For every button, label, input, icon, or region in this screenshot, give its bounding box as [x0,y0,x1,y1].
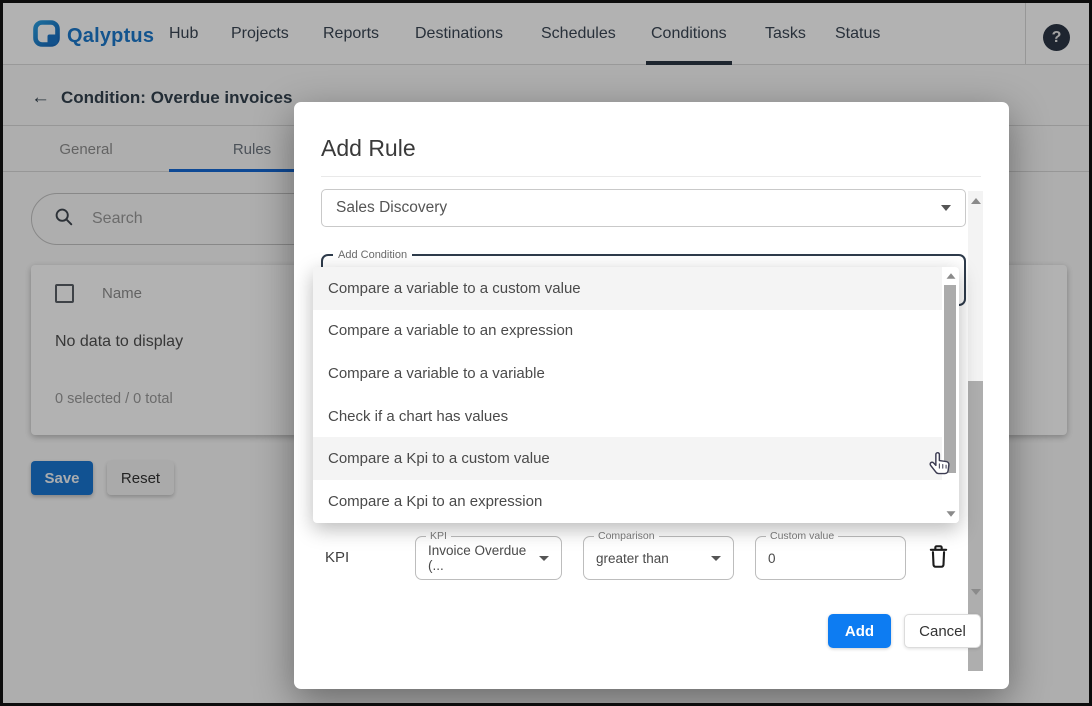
kpi-select-label: KPI [426,530,451,542]
chevron-down-icon [941,205,951,211]
add-button[interactable]: Add [828,614,891,648]
custom-value-text: 0 [768,551,776,566]
option-check-chart-has-values[interactable]: Check if a chart has values [313,395,959,438]
comparison-select[interactable]: Comparison greater than [583,536,734,580]
kpi-select[interactable]: KPI Invoice Overdue (... [415,536,562,580]
report-select-value: Sales Discovery [336,199,447,217]
condition-options-dropdown: Compare a variable to a custom value Com… [313,267,959,523]
comparison-select-label: Comparison [594,530,659,542]
custom-value-label: Custom value [766,530,838,542]
delete-rule-button[interactable] [925,543,951,573]
custom-value-input[interactable]: Custom value 0 [755,536,906,580]
kpi-row-label: KPI [325,549,349,566]
add-rule-dialog: Add Rule Sales Discovery Add Condition C… [294,102,1009,689]
kpi-select-value: Invoice Overdue (... [428,543,539,573]
dialog-title: Add Rule [321,135,416,162]
option-compare-kpi-custom-value[interactable]: Compare a Kpi to a custom value [313,437,959,480]
trash-icon [927,558,950,573]
dropdown-scrollbar-thumb[interactable] [944,285,956,473]
option-compare-variable-custom-value[interactable]: Compare a variable to a custom value [313,267,959,310]
scroll-down-icon[interactable] [971,589,981,595]
report-select[interactable]: Sales Discovery [321,189,966,227]
comparison-select-value: greater than [596,551,669,566]
scroll-up-icon[interactable] [971,198,981,204]
chevron-down-icon [711,556,721,561]
title-divider [321,176,981,177]
dialog-scrollbar [968,191,983,602]
dropdown-scroll-down-icon[interactable] [946,511,955,516]
option-compare-variable-variable[interactable]: Compare a variable to a variable [313,352,959,395]
chevron-down-icon [539,556,549,561]
option-compare-kpi-expression[interactable]: Compare a Kpi to an expression [313,480,959,523]
option-compare-variable-expression[interactable]: Compare a variable to an expression [313,310,959,353]
app-window: Qalyptus Hub Projects Reports Destinatio… [0,0,1092,706]
cancel-button[interactable]: Cancel [904,614,981,648]
dropdown-scrollbar [942,267,959,523]
dropdown-scroll-up-icon[interactable] [946,273,955,278]
add-condition-label: Add Condition [333,249,412,261]
